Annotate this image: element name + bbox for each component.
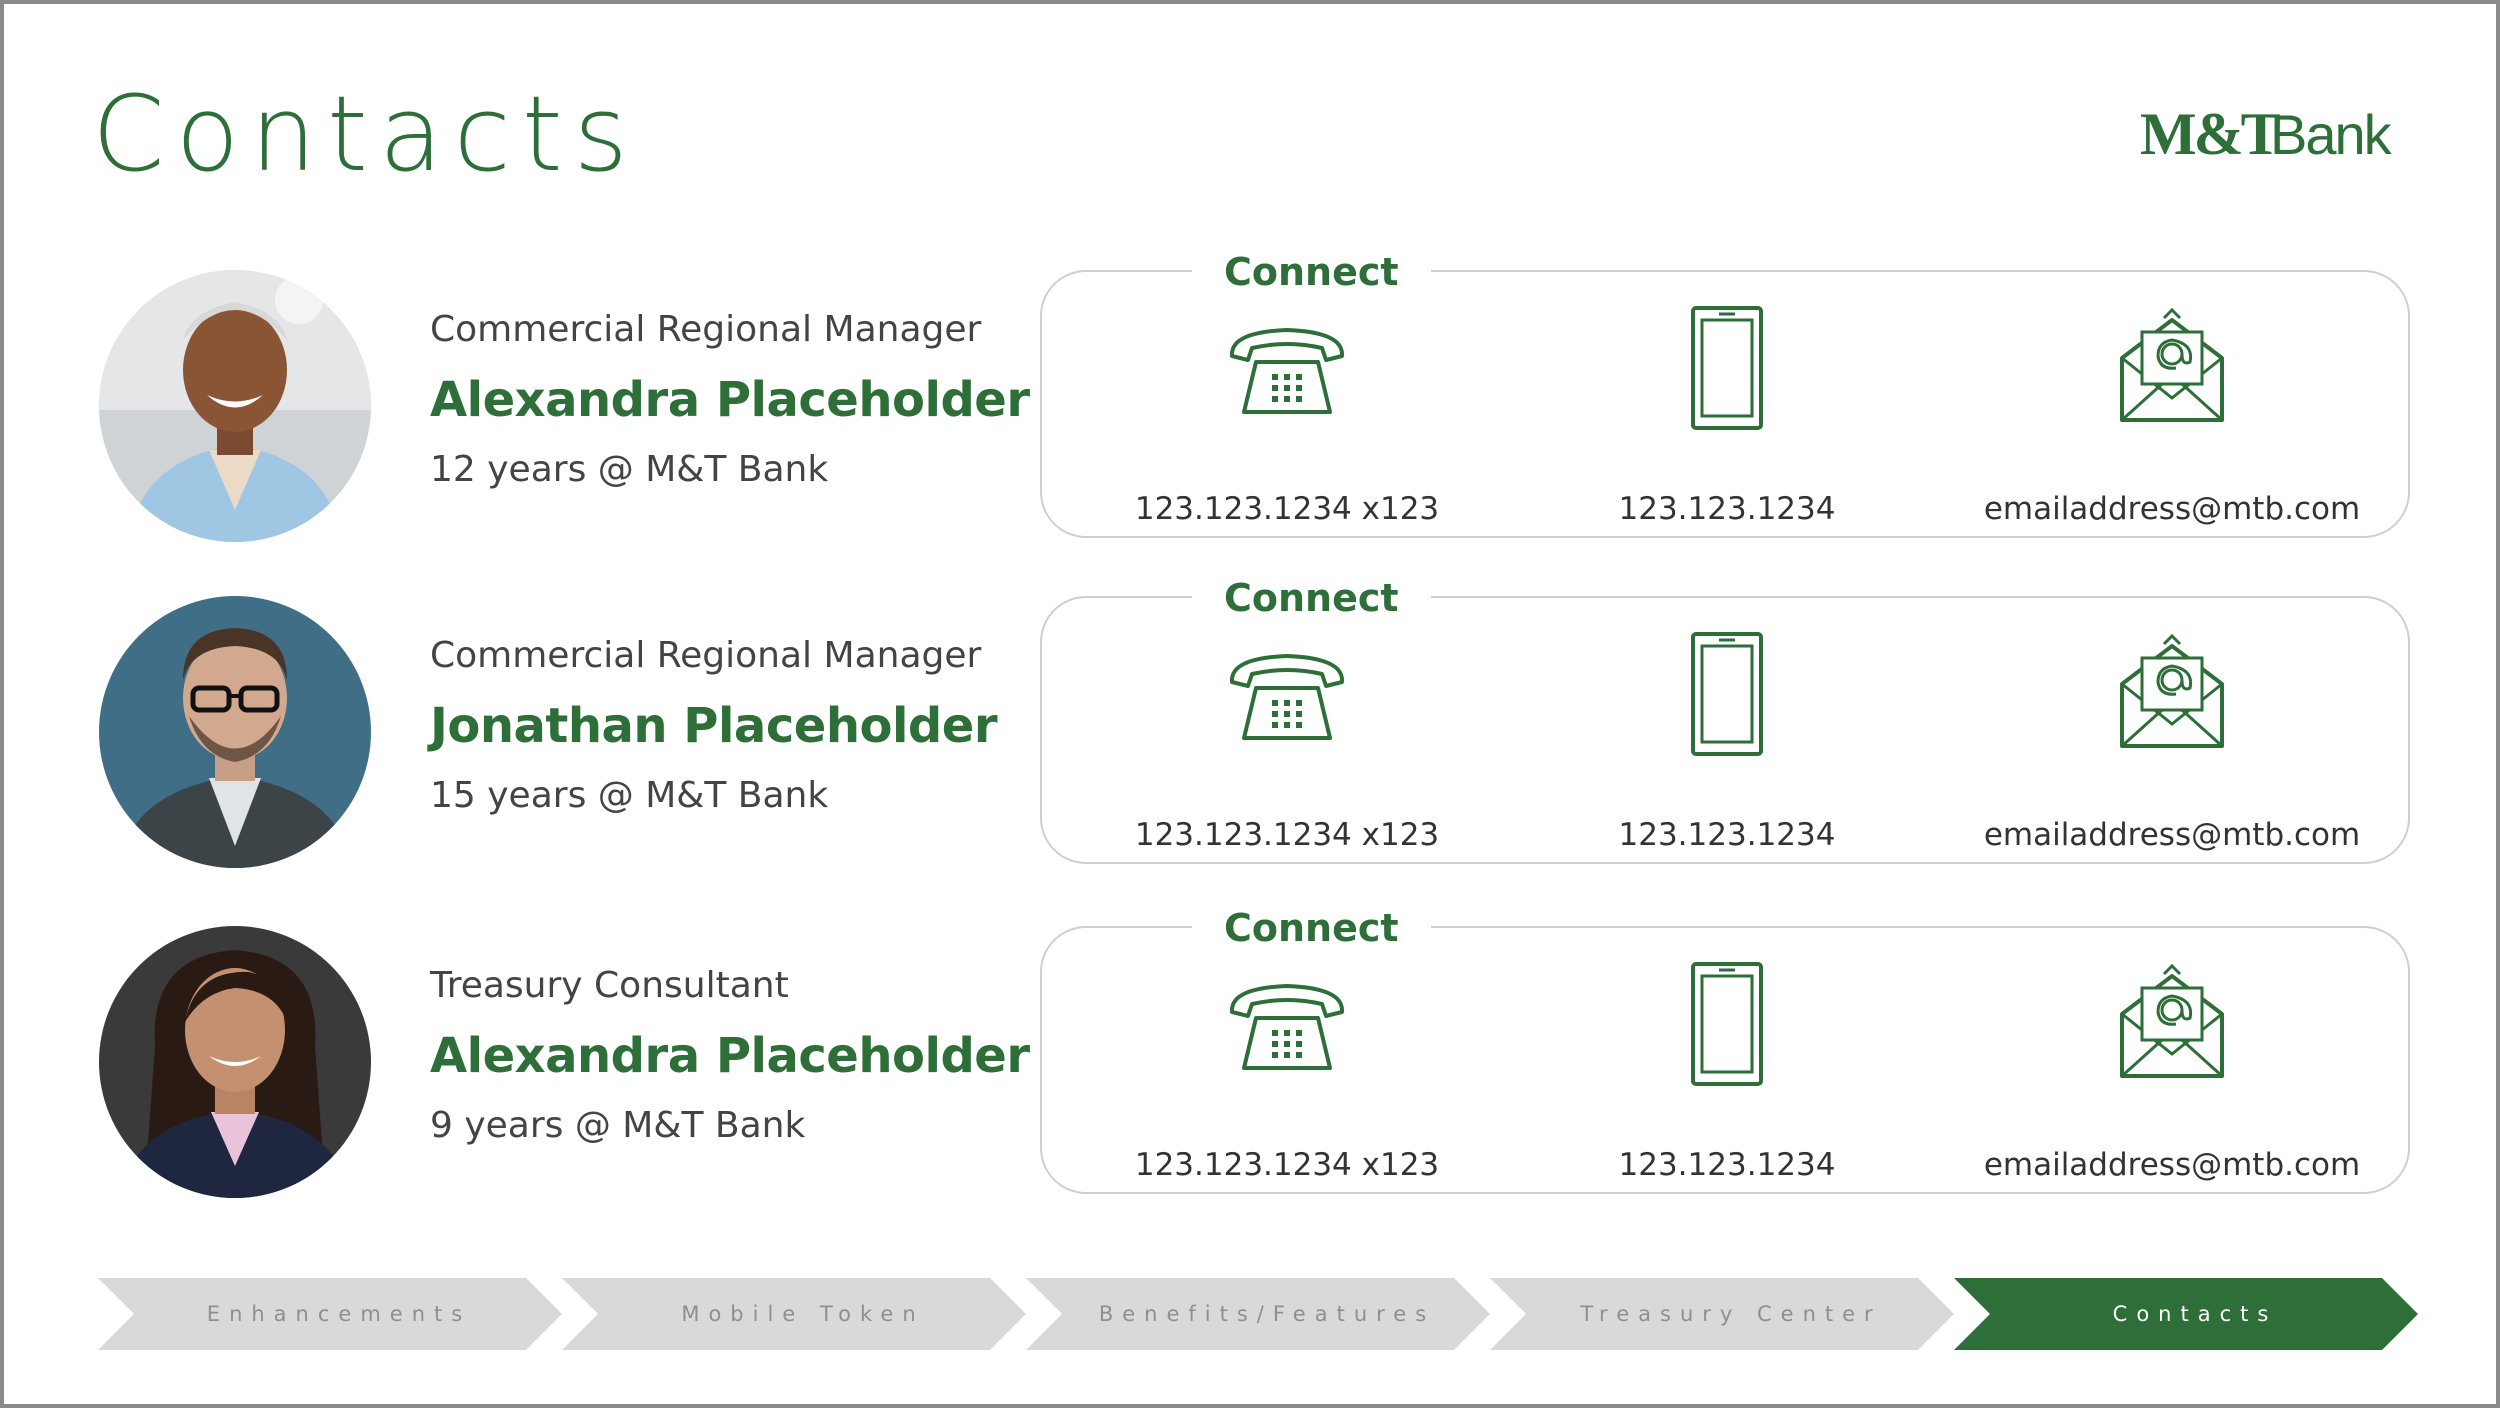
email-contact[interactable]: emailaddress@mtb.com [1952,633,2392,851]
mobile-phone-icon [1691,632,1763,756]
nav-step-enhancements[interactable]: Enhancements [98,1278,562,1350]
phone-number: 123.123.1234 x123 [1134,1147,1440,1183]
email-contact[interactable]: emailaddress@mtb.com [1952,963,2392,1181]
mobile-number: 123.123.1234 [1618,491,1836,527]
email-envelope-icon [2120,633,2224,748]
mobile-phone-contact[interactable]: 123.123.1234 [1507,632,1947,851]
connect-box: Connect 123.123.1234 x123 123.123.1234 e… [1040,902,2410,1194]
nav-step-treasury-center[interactable]: Treasury Center [1490,1278,1954,1350]
contact-photo-avatar [99,270,371,542]
mobile-phone-contact[interactable]: 123.123.1234 [1507,306,1947,525]
connect-label: Connect [1192,246,1431,298]
nav-step-label: Contacts [2112,1302,2278,1326]
contact-row: Commercial Regional Manager Alexandra Pl… [4,246,2500,570]
nav-step-label: Mobile Token [681,1302,925,1326]
mobile-number: 123.123.1234 [1618,1147,1836,1183]
nav-step-label: Benefits/Features [1098,1302,1436,1326]
connect-box: Connect 123.123.1234 x123 123.123.1234 e… [1040,246,2410,538]
mobile-number: 123.123.1234 [1618,817,1836,853]
page-title: Contacts [92,73,639,195]
desk-phone-icon [1229,984,1345,1070]
slide: Contacts M&T Bank Commercial Regional Ma… [0,0,2500,1408]
svg-text:M&T: M&T [2140,101,2281,164]
contact-tenure: 15 years @ M&T Bank [430,775,829,816]
contact-tenure: 12 years @ M&T Bank [430,449,829,490]
mobile-phone-icon [1691,962,1763,1086]
mobile-phone-icon [1691,306,1763,430]
contact-name: Alexandra Placeholder [430,1028,1030,1084]
email-address[interactable]: emailaddress@mtb.com [1952,820,2392,851]
desk-phone-contact[interactable]: 123.123.1234 x123 [1067,974,1507,1181]
contact-role: Commercial Regional Manager [430,635,982,676]
desk-phone-icon [1229,654,1345,740]
desk-phone-icon [1229,328,1345,414]
email-address[interactable]: emailaddress@mtb.com [1952,1150,2392,1181]
contact-name: Jonathan Placeholder [430,698,998,754]
nav-step-benefits-features[interactable]: Benefits/Features [1026,1278,1490,1350]
desk-phone-contact[interactable]: 123.123.1234 x123 [1067,318,1507,525]
contact-tenure: 9 years @ M&T Bank [430,1105,806,1146]
email-envelope-icon [2120,963,2224,1078]
email-address[interactable]: emailaddress@mtb.com [1952,494,2392,525]
desk-phone-contact[interactable]: 123.123.1234 x123 [1067,644,1507,851]
phone-number: 123.123.1234 x123 [1134,491,1440,527]
contact-photo-avatar [99,596,371,868]
email-envelope-icon [2120,307,2224,422]
contact-name: Alexandra Placeholder [430,372,1030,428]
contact-role: Commercial Regional Manager [430,309,982,350]
mobile-phone-contact[interactable]: 123.123.1234 [1507,962,1947,1181]
contact-row: Treasury Consultant Alexandra Placeholde… [4,902,2500,1226]
mt-bank-logo: M&T Bank [2140,98,2400,164]
nav-step-label: Enhancements [206,1302,472,1326]
connect-label: Connect [1192,572,1431,624]
nav-step-label: Treasury Center [1580,1302,1882,1326]
phone-number: 123.123.1234 x123 [1134,817,1440,853]
nav-step-mobile-token[interactable]: Mobile Token [562,1278,1026,1350]
contact-role: Treasury Consultant [430,965,789,1006]
email-contact[interactable]: emailaddress@mtb.com [1952,307,2392,525]
svg-text:Bank: Bank [2270,103,2393,164]
connect-label: Connect [1192,902,1431,954]
chevron-navigation: Enhancements Mobile Token Benefits/Featu… [98,1278,2418,1350]
contact-photo-avatar [99,926,371,1198]
contact-row: Commercial Regional Manager Jonathan Pla… [4,572,2500,896]
connect-box: Connect 123.123.1234 x123 123.123.1234 e… [1040,572,2410,864]
nav-step-contacts[interactable]: Contacts [1954,1278,2418,1350]
